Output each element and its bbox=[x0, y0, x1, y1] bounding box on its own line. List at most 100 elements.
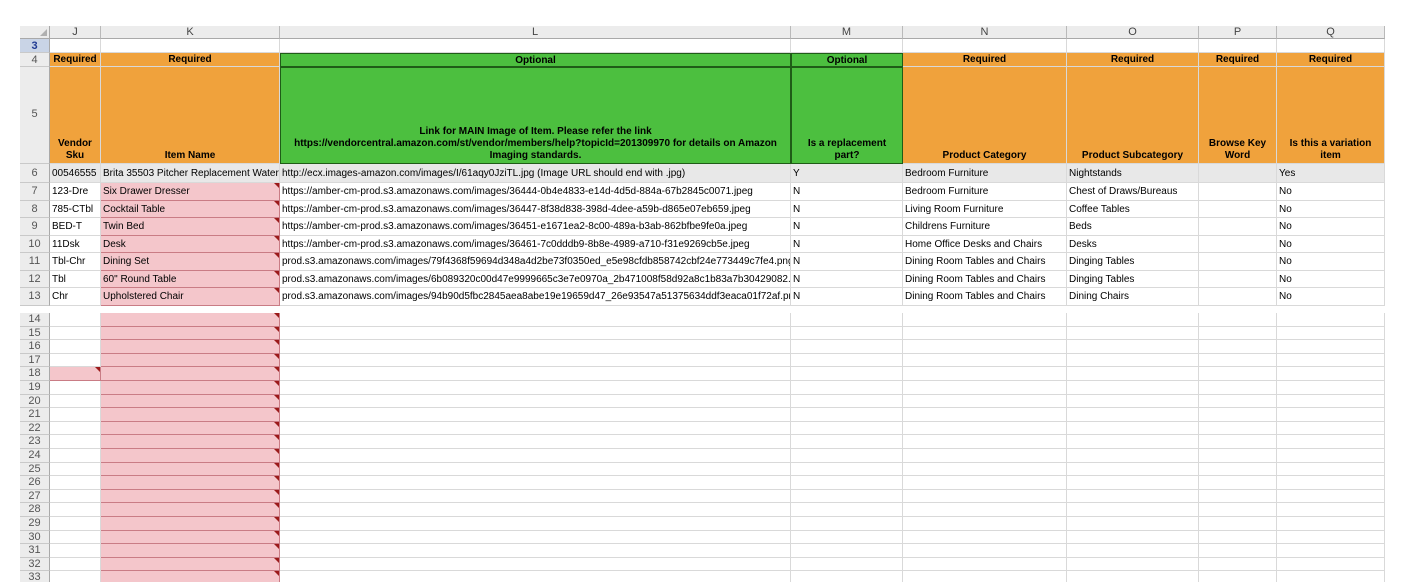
empty-cell[interactable] bbox=[1067, 462, 1199, 477]
data-cell[interactable]: Dining Room Tables and Chairs bbox=[903, 270, 1067, 288]
column-header-j[interactable]: J bbox=[50, 26, 101, 39]
empty-cell[interactable] bbox=[1277, 503, 1385, 517]
data-cell[interactable]: No bbox=[1277, 200, 1385, 218]
empty-cell[interactable] bbox=[791, 326, 903, 341]
data-cell[interactable]: Six Drawer Dresser bbox=[101, 183, 280, 201]
empty-cell[interactable] bbox=[1067, 449, 1199, 463]
empty-cell[interactable] bbox=[50, 394, 101, 409]
empty-cell[interactable] bbox=[1277, 435, 1385, 449]
requirement-label[interactable]: Required bbox=[50, 53, 101, 67]
empty-cell[interactable] bbox=[101, 530, 280, 545]
row-header[interactable]: 19 bbox=[20, 381, 50, 395]
empty-cell[interactable] bbox=[101, 449, 280, 463]
empty-cell[interactable] bbox=[101, 340, 280, 354]
data-cell[interactable] bbox=[1199, 270, 1277, 288]
data-cell[interactable] bbox=[1199, 183, 1277, 201]
empty-cell[interactable] bbox=[1067, 421, 1199, 436]
column-header-m[interactable]: M bbox=[791, 26, 903, 39]
empty-cell[interactable] bbox=[791, 435, 903, 449]
empty-cell[interactable] bbox=[50, 571, 101, 582]
data-cell[interactable]: No bbox=[1277, 270, 1385, 288]
empty-cell[interactable] bbox=[101, 557, 280, 572]
empty-cell[interactable] bbox=[903, 408, 1067, 422]
data-cell[interactable]: 11Dsk bbox=[50, 235, 101, 253]
row-header[interactable]: 15 bbox=[20, 326, 50, 341]
empty-cell[interactable] bbox=[1067, 326, 1199, 341]
empty-cell[interactable] bbox=[50, 462, 101, 477]
empty-cell[interactable] bbox=[1067, 340, 1199, 354]
empty-cell[interactable] bbox=[50, 39, 101, 53]
column-header-l[interactable]: L bbox=[280, 26, 791, 39]
row-header[interactable]: 7 bbox=[20, 183, 50, 201]
empty-cell[interactable] bbox=[1277, 476, 1385, 490]
data-cell[interactable]: https://amber-cm-prod.s3.amazonaws.com/i… bbox=[280, 235, 791, 253]
requirement-label[interactable]: Required bbox=[101, 53, 280, 67]
empty-cell[interactable] bbox=[1277, 367, 1385, 381]
row-header[interactable]: 6 bbox=[20, 164, 50, 183]
empty-cell[interactable] bbox=[791, 544, 903, 558]
field-header[interactable]: Browse Key Word bbox=[1199, 67, 1277, 164]
empty-cell[interactable] bbox=[903, 503, 1067, 517]
empty-cell[interactable] bbox=[50, 557, 101, 572]
row-header[interactable]: 26 bbox=[20, 476, 50, 490]
empty-cell[interactable] bbox=[1277, 517, 1385, 531]
row-header[interactable]: 13 bbox=[20, 288, 50, 306]
empty-cell[interactable] bbox=[280, 517, 791, 531]
empty-cell[interactable] bbox=[50, 381, 101, 395]
empty-cell[interactable] bbox=[50, 530, 101, 545]
data-cell[interactable]: Dining Room Tables and Chairs bbox=[903, 288, 1067, 306]
empty-cell[interactable] bbox=[791, 503, 903, 517]
row-header[interactable]: 4 bbox=[20, 53, 50, 67]
empty-cell[interactable] bbox=[903, 462, 1067, 477]
empty-cell[interactable] bbox=[50, 476, 101, 490]
empty-cell[interactable] bbox=[1277, 326, 1385, 341]
empty-cell[interactable] bbox=[1277, 489, 1385, 504]
select-all-corner[interactable] bbox=[20, 26, 50, 39]
data-cell[interactable]: Desks bbox=[1067, 235, 1199, 253]
row-header[interactable]: 16 bbox=[20, 340, 50, 354]
row-header[interactable]: 18 bbox=[20, 367, 50, 381]
field-header[interactable]: Vendor Sku bbox=[50, 67, 101, 164]
empty-cell[interactable] bbox=[101, 39, 280, 53]
empty-cell[interactable] bbox=[101, 517, 280, 531]
requirement-label[interactable]: Required bbox=[1067, 53, 1199, 67]
empty-cell[interactable] bbox=[1277, 544, 1385, 558]
data-cell[interactable]: Cocktail Table bbox=[101, 200, 280, 218]
empty-cell[interactable] bbox=[791, 530, 903, 545]
data-cell[interactable]: Tbl-Chr bbox=[50, 253, 101, 271]
empty-cell[interactable] bbox=[280, 340, 791, 354]
empty-cell[interactable] bbox=[791, 367, 903, 381]
data-cell[interactable]: Bedroom Furniture bbox=[903, 183, 1067, 201]
data-cell[interactable]: Dining Chairs bbox=[1067, 288, 1199, 306]
empty-cell[interactable] bbox=[1277, 462, 1385, 477]
empty-cell[interactable] bbox=[50, 449, 101, 463]
data-cell[interactable]: N bbox=[791, 253, 903, 271]
empty-cell[interactable] bbox=[1199, 367, 1277, 381]
example-cell[interactable]: 00546555 bbox=[50, 164, 101, 183]
requirement-label[interactable]: Required bbox=[903, 53, 1067, 67]
row-header[interactable]: 29 bbox=[20, 517, 50, 531]
example-cell[interactable]: Y bbox=[791, 164, 903, 183]
empty-cell[interactable] bbox=[50, 367, 101, 381]
empty-cell[interactable] bbox=[791, 449, 903, 463]
data-cell[interactable] bbox=[1199, 200, 1277, 218]
data-cell[interactable]: No bbox=[1277, 183, 1385, 201]
empty-cell[interactable] bbox=[1067, 435, 1199, 449]
row-header[interactable]: 33 bbox=[20, 571, 50, 582]
empty-cell[interactable] bbox=[1067, 571, 1199, 582]
data-cell[interactable]: 60" Round Table bbox=[101, 270, 280, 288]
empty-cell[interactable] bbox=[1199, 462, 1277, 477]
empty-cell[interactable] bbox=[280, 462, 791, 477]
empty-cell[interactable] bbox=[280, 435, 791, 449]
empty-cell[interactable] bbox=[791, 408, 903, 422]
row-header[interactable]: 10 bbox=[20, 235, 50, 253]
empty-cell[interactable] bbox=[280, 530, 791, 545]
row-header[interactable]: 17 bbox=[20, 353, 50, 368]
empty-cell[interactable] bbox=[1199, 408, 1277, 422]
data-cell[interactable]: Upholstered Chair bbox=[101, 288, 280, 306]
column-header-k[interactable]: K bbox=[101, 26, 280, 39]
empty-cell[interactable] bbox=[280, 353, 791, 368]
field-header[interactable]: Product Subcategory bbox=[1067, 67, 1199, 164]
empty-cell[interactable] bbox=[50, 421, 101, 436]
column-header-p[interactable]: P bbox=[1199, 26, 1277, 39]
